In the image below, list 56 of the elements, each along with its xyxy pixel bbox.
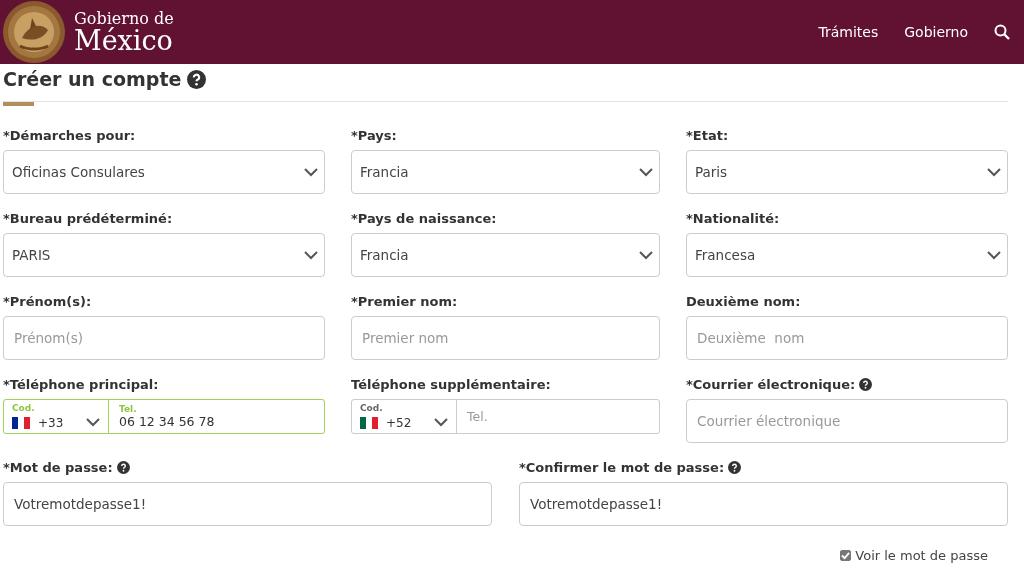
chevron-down-icon [639,250,653,260]
logo-text: Gobierno de [74,10,174,27]
field-label: *Pays de naissance: [351,210,497,226]
tel-label: Tel. [119,404,138,414]
page-title: Créer un compte [3,68,182,90]
dropdown[interactable]: Francia [351,150,660,194]
field-label: *Téléphone principal: [3,376,159,392]
title-underline [3,102,34,106]
field-label: Téléphone supplémentaire: [351,376,551,392]
input-field[interactable]: Votremotdepasse1! [3,482,492,526]
input-field[interactable]: Courrier électronique [686,399,1008,443]
logo-text: México [74,26,174,54]
input-field[interactable]: Votremotdepasse1! [519,482,1008,526]
field-label: *Premier nom: [351,293,458,309]
chevron-down-icon [639,167,653,177]
field-label: Deuxième nom: [686,293,801,309]
field-label: *Courrier électronique: [686,376,856,392]
phone-field[interactable]: Cod. +52 Tel. [351,399,660,434]
dropdown[interactable]: Oficinas Consulares [3,150,325,194]
help-icon[interactable] [116,460,130,474]
help-icon[interactable] [187,69,207,89]
dropdown[interactable]: Francia [351,233,660,277]
help-icon[interactable] [728,460,742,474]
phone-field[interactable]: Cod. +33 Tel. 06 12 34 56 78 [3,399,325,434]
search-icon[interactable] [994,24,1010,40]
chevron-down-icon [987,167,1001,177]
field-label: *Confirmer le mot de passe: [519,459,725,475]
nav-link[interactable]: Gobierno [904,24,968,40]
field-label: *Démarches pour: [3,127,136,143]
chevron-down-icon [86,418,100,427]
check-icon [841,551,851,560]
chevron-down-icon [304,250,318,260]
help-icon[interactable] [859,377,873,391]
chevron-down-icon [304,167,318,177]
code-label: Cod. [360,403,384,413]
checkbox-label: Voir le mot de passe [855,548,988,563]
code-label: Cod. [12,403,36,413]
field-label: *Pays: [351,127,397,143]
input-field[interactable]: Prénom(s) [3,316,325,360]
dropdown[interactable]: Paris [686,150,1008,194]
input-field[interactable]: Deuxième nom [686,316,1008,360]
field-label: *Etat: [686,127,729,143]
nav-link[interactable]: Trámites [818,24,879,40]
dropdown[interactable]: PARIS [3,233,325,277]
country-code: +33 [38,415,65,430]
chevron-down-icon [987,250,1001,260]
dropdown[interactable]: Francesa [686,233,1008,277]
chevron-down-icon [434,418,448,427]
input-field[interactable]: Premier nom [351,316,660,360]
field-label: *Bureau prédéterminé: [3,210,173,226]
checkbox[interactable] [840,550,852,561]
country-code: +52 [386,415,413,430]
emblem-logo [2,0,66,64]
field-label: *Nationalité: [686,210,780,226]
field-label: *Prénom(s): [3,293,92,309]
field-label: *Mot de passe: [3,459,113,475]
